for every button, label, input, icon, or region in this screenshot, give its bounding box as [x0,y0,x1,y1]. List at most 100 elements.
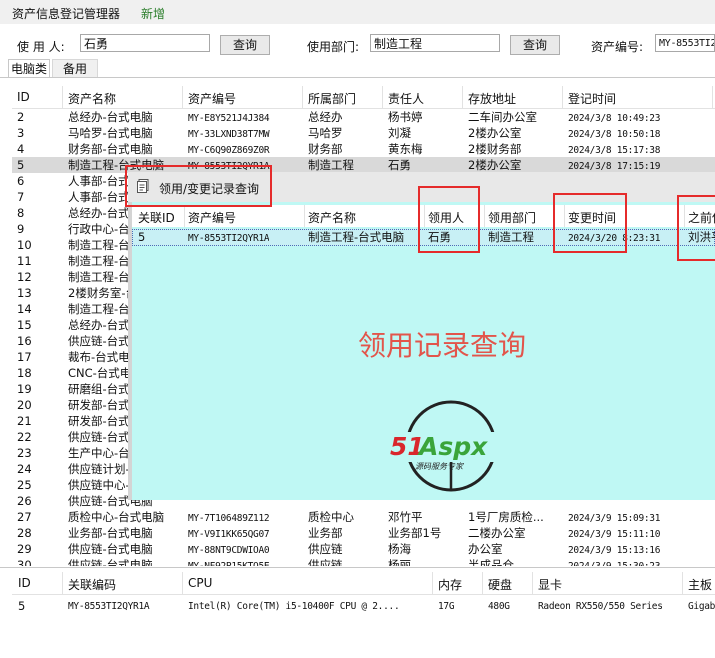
menu-app-title[interactable]: 资产信息登记管理器 [12,5,120,22]
svg-text:Aspx: Aspx [417,432,488,461]
table-cell: 半成品仓 [468,558,514,566]
table-cell: 3 [17,126,25,140]
query-button-dept[interactable]: 查询 [510,35,560,55]
table-cell: 28 [17,526,32,540]
dialog-col-divider[interactable] [304,205,305,227]
grid-col-header[interactable]: ID [17,90,30,104]
user-label: 使 用 人: [17,40,65,54]
dialog-col-header[interactable]: 资产名称 [308,209,356,226]
table-cell: 2024/3/8 15:17:38 [568,145,661,156]
dialog-col-divider[interactable] [484,205,485,227]
table-cell: 20 [17,398,32,412]
table-cell: 供应链 [308,558,343,566]
table-cell: 8 [17,206,25,220]
detail-col-divider[interactable] [482,572,483,594]
table-row[interactable]: 29 供应链-台式电脑 MY-88NT9CDWIOA0 供应链 杨海 办公室 2024/3/… [12,541,715,557]
table-cell: 业务部1号 [388,526,442,540]
dept-input[interactable]: 制造工程 [370,34,500,52]
detail-col-header[interactable]: 主板 [688,576,712,593]
detail-col-header[interactable]: ID [18,576,31,590]
grid-col-header[interactable]: 责任人 [388,90,424,107]
dialog-col-header[interactable]: 关联ID [138,209,175,226]
detail-col-divider[interactable] [182,572,183,594]
table-cell: 二车间办公室 [468,110,537,124]
table-cell: 27 [17,510,32,524]
table-row[interactable]: 28 业务部-台式电脑 MY-V9I1KK65QG07 业务部 业务部1号 二楼办公室 20… [12,525,715,541]
splitter[interactable] [0,567,715,568]
detail-col-header[interactable]: CPU [188,576,212,590]
hardware-grid-header: ID 关联编码 CPU 内存 硬盘 显卡 主板 [12,572,715,595]
logo-subtitle: 源码服务专家 [415,462,464,471]
tab-spare[interactable]: 备用 [52,59,98,77]
dialog-col-divider[interactable] [184,205,185,227]
table-row[interactable]: 27 质检中心-台式电脑 MY-7T106489Z112 质检中心 邓竹平 1号厂房质检.… [12,509,715,525]
grid-col-divider[interactable] [182,86,183,108]
table-row[interactable]: 3 马哈罗-台式电脑 MY-33LXND38T7MW 马哈罗 刘凝 2楼办公室 2024/3… [12,125,715,141]
table-cell: MY-V9I1KK65QG07 [188,529,270,540]
detail-col-divider[interactable] [432,572,433,594]
grid-col-divider[interactable] [562,86,563,108]
table-row[interactable]: 5 制造工程-台式电脑 MY-8553TI2QYR1A 制造工程 石勇 2楼办公室 2024… [12,157,715,173]
table-cell: 18 [17,366,32,380]
grid-col-divider[interactable] [712,86,713,108]
grid-col-header[interactable]: 资产名称 [68,90,116,107]
detail-col-divider[interactable] [682,572,683,594]
code-input[interactable]: MY-8553TI2 [655,34,715,52]
detail-col-divider[interactable] [62,572,63,594]
table-cell: 2024/3/9 15:30:23 [568,559,710,566]
table-cell: 2楼办公室 [468,158,522,172]
table-cell: 石勇 [388,158,411,172]
table-cell: 25 [17,478,32,492]
table-cell: 9 [17,222,25,236]
detail-col-header[interactable]: 关联编码 [68,576,116,593]
table-cell: 2楼办公室 [468,126,522,140]
table-cell: 供应链 [308,542,343,556]
table-row[interactable]: 30 供应链-台式电脑 MY-NF92P15KTO5E 供应链 杨丽 半成品仓 2024/3… [12,557,715,566]
query-button-user[interactable]: 查询 [220,35,270,55]
51aspx-logo: 51 Aspx 源码服务专家 [388,400,514,496]
table-cell: 19 [17,382,32,396]
detail-cell: Radeon RX550/550 Series [538,601,663,612]
table-cell: MY-33LXND38T7MW [188,129,270,140]
detail-col-header[interactable]: 硬盘 [488,576,512,593]
detail-row[interactable]: 5 MY-8553TI2QYR1A Intel(R) Core(TM) i5-104… [12,597,715,613]
detail-col-divider[interactable] [532,572,533,594]
table-cell: 供应链-台式电脑 [68,558,153,566]
table-row[interactable]: 2 总经办-台式电脑 MY-E8Y521J4J384 总经办 杨书婷 二车间办公室 2024… [12,109,715,125]
detail-cell: 17G [438,601,455,612]
watermark-text: 领用记录查询 [358,329,527,362]
table-cell: 杨海 [388,542,411,556]
grid-col-divider[interactable] [62,86,63,108]
dept-label: 使用部门: [307,40,360,54]
hardware-detail-grid[interactable]: ID 关联编码 CPU 内存 硬盘 显卡 主板 5 MY-8553TI2QYR1A Intel(… [12,572,715,642]
grid-col-header[interactable]: 资产编号 [188,90,236,107]
dialog-cell: MY-8553TI2QYR1A [188,233,270,244]
grid-col-header[interactable]: 登记时间 [568,90,616,107]
table-cell: 6 [17,174,25,188]
detail-cell: 480G [488,601,510,612]
grid-col-divider[interactable] [382,86,383,108]
user-input[interactable]: 石勇 [80,34,210,52]
tab-computers[interactable]: 电脑类 [8,59,50,77]
dialog-col-header[interactable]: 资产编号 [188,209,236,226]
table-cell: MY-88NT9CDWIOA0 [188,545,270,556]
table-cell: 马哈罗 [308,126,343,140]
table-cell: 杨书婷 [388,110,423,124]
table-cell: 16 [17,334,32,348]
menu-add[interactable]: 新增 [141,5,165,22]
table-cell: MY-E8Y521J4J384 [188,113,270,124]
grid-col-header[interactable]: 存放地址 [468,90,516,107]
table-cell: 26 [17,494,32,508]
table-row[interactable]: 4 财务部-台式电脑 MY-C6Q90Z869Z0R 财务部 黄东梅 2楼财务部 2024/… [12,141,715,157]
grid-col-header[interactable]: 所属部门 [308,90,356,107]
grid-col-divider[interactable] [462,86,463,108]
table-cell: 质检中心 [308,510,354,524]
dialog-col-header[interactable]: 领用部门 [488,209,536,226]
grid-col-divider[interactable] [302,86,303,108]
detail-col-header[interactable]: 显卡 [538,576,562,593]
hardware-grid-body: 5 MY-8553TI2QYR1A Intel(R) Core(TM) i5-104… [12,597,715,613]
detail-cell: Intel(R) Core(TM) i5-10400F CPU @ 2.... [188,601,400,612]
table-cell: 23 [17,446,32,460]
table-cell: 1号厂房质检... [468,510,544,524]
detail-col-header[interactable]: 内存 [438,576,462,593]
